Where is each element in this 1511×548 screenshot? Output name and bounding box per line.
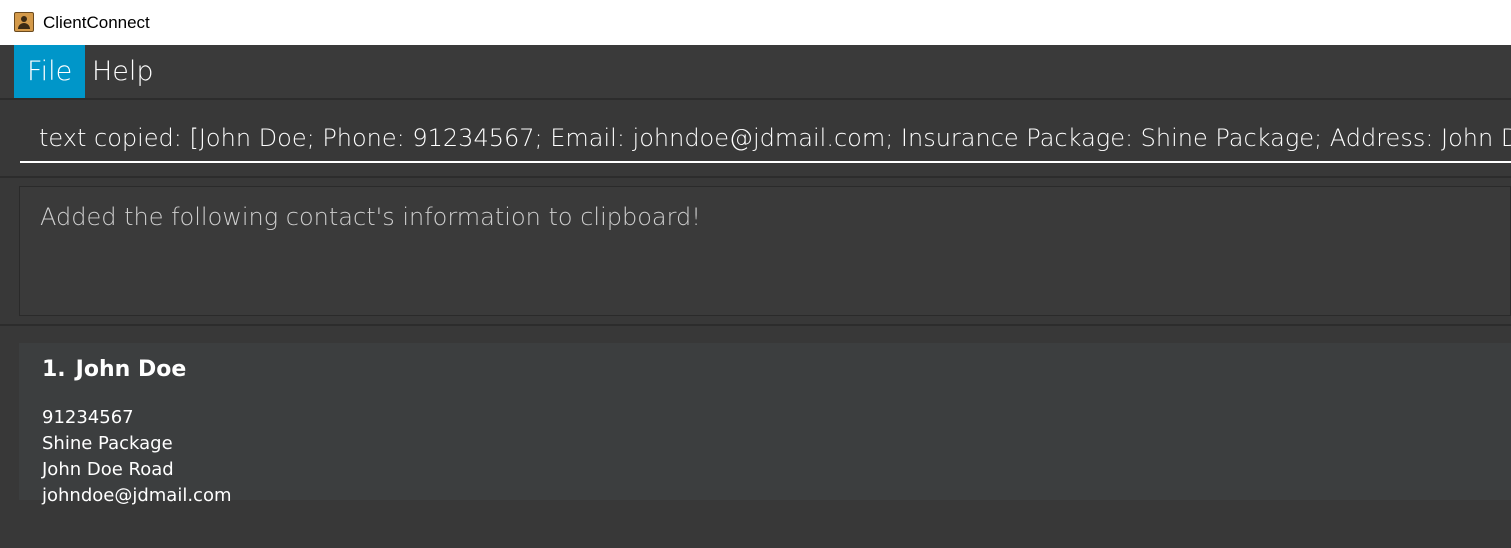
result-message: Added the following contact's informatio… (40, 203, 701, 231)
divider (0, 176, 1511, 178)
address-book-icon (14, 12, 34, 32)
person-name: John Doe (75, 357, 187, 382)
person-list-panel[interactable]: 1. John Doe 91234567 Shine Package John D… (0, 326, 1511, 548)
menu-help[interactable]: Help (79, 45, 167, 98)
person-name-row: 1. John Doe (42, 357, 186, 382)
menu-file[interactable]: File (14, 45, 86, 98)
command-box-pane: text copied: [John Doe; Phone: 91234567;… (0, 100, 1511, 176)
command-input[interactable]: text copied: [John Doe; Phone: 91234567;… (20, 113, 1511, 163)
window-title: ClientConnect (43, 13, 150, 32)
menu-bar: File Help (0, 45, 1511, 98)
person-insurance-package: Shine Package (42, 433, 173, 454)
window-title-bar: ClientConnect (0, 0, 1511, 45)
person-card[interactable]: 1. John Doe 91234567 Shine Package John D… (19, 343, 1511, 506)
person-email: johndoe@jdmail.com (42, 485, 232, 506)
result-display: Added the following contact's informatio… (19, 186, 1511, 316)
person-phone: 91234567 (42, 407, 134, 428)
person-address: John Doe Road (42, 459, 174, 480)
person-index: 1. (42, 357, 66, 382)
